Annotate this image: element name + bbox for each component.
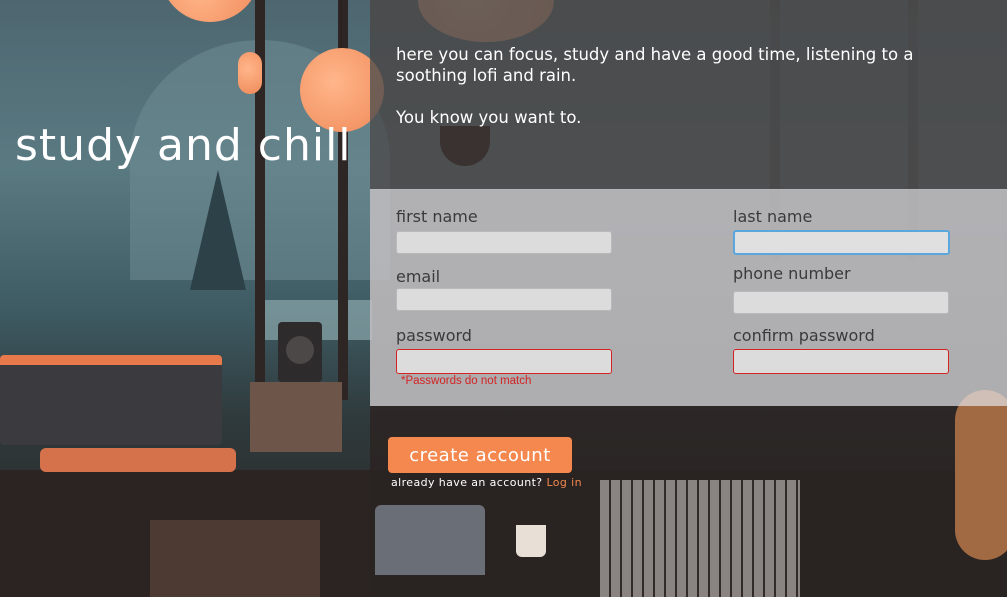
stool-illustration [40,448,236,472]
speaker-illustration [278,322,322,382]
first-name-label: first name [396,207,478,226]
phone-number-input[interactable] [733,291,949,314]
keyboard-illustration [600,480,800,597]
record-crate-illustration [150,520,320,597]
login-prompt: already have an account? Log in [391,476,582,489]
login-link[interactable]: Log in [546,476,582,489]
login-prompt-text: already have an account? [391,476,543,489]
password-error-message: *Passwords do not match [401,375,532,387]
page-title: study and chill [15,120,352,171]
password-label: password [396,326,472,345]
intro-paragraph: You know you want to. [396,108,582,127]
box-illustration [250,382,342,452]
confirm-password-label: confirm password [733,326,875,345]
email-input[interactable] [396,288,612,311]
confirm-password-input[interactable] [733,349,949,374]
intro-paragraph: here you can focus, study and have a goo… [396,45,914,85]
intro-text: here you can focus, study and have a goo… [396,44,956,128]
last-name-input[interactable] [733,230,950,255]
create-account-button[interactable]: create account [388,437,572,473]
laptop-illustration [375,505,485,575]
password-input[interactable] [396,349,612,374]
phone-number-label: phone number [733,264,851,283]
guitar-illustration [955,390,1007,560]
last-name-label: last name [733,207,813,226]
lamp [238,52,262,94]
lamp-cord [340,0,342,52]
first-name-input[interactable] [396,231,612,254]
piano-illustration [0,355,222,445]
email-label: email [396,267,441,286]
mug-illustration [516,525,546,557]
tree-illustration [190,170,246,290]
